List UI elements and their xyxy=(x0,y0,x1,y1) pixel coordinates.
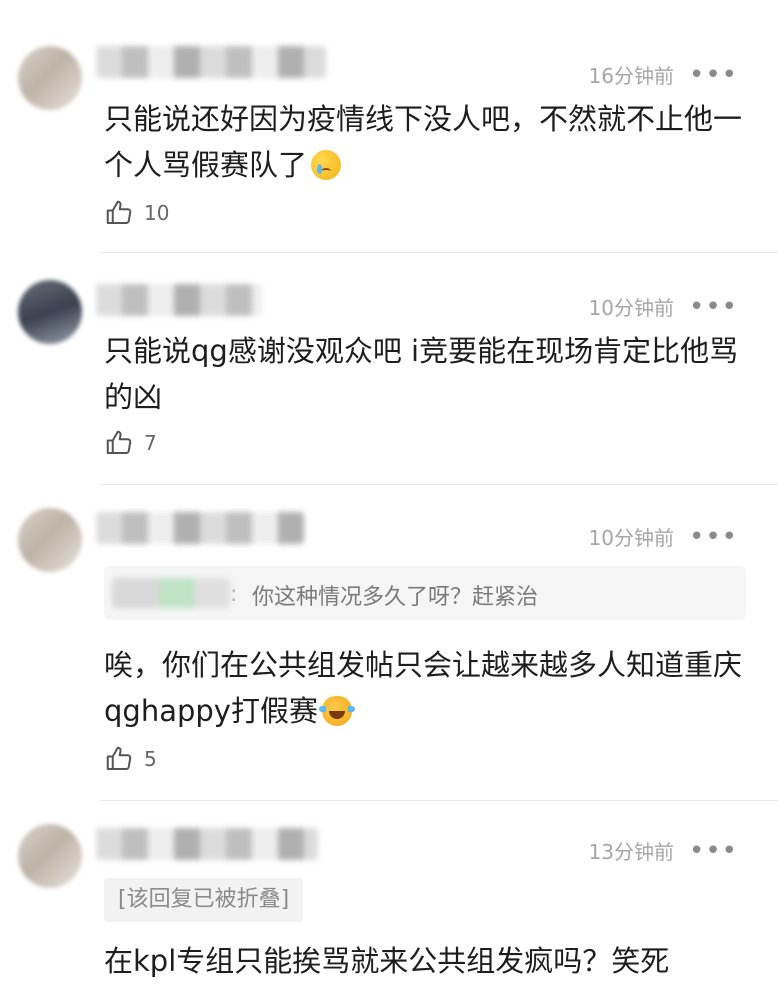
more-options-icon[interactable]: ••• xyxy=(689,524,738,550)
comment-time: 10分钟前 xyxy=(588,296,674,320)
like-count: 10 xyxy=(144,201,170,225)
like-button[interactable]: 10 xyxy=(104,198,169,228)
comment-time: 16分钟前 xyxy=(588,64,674,88)
quoted-username-blurred xyxy=(112,578,230,608)
comment-text: 唉，你们在公共组发帖只会让越来越多人知道重庆qghappy打假赛 xyxy=(104,642,744,734)
thumbs-up-icon xyxy=(106,746,132,770)
comment-text: 只能说还好因为疫情线下没人吧，不然就不止他一个人骂假赛队了 xyxy=(104,96,744,188)
comment-time: 13分钟前 xyxy=(588,840,674,864)
divider xyxy=(100,800,778,801)
comment-time: 10分钟前 xyxy=(588,526,674,550)
crying-face-icon xyxy=(311,150,342,180)
divider xyxy=(100,484,778,485)
thumbs-up-icon xyxy=(106,430,132,454)
comment-body: 只能说还好因为疫情线下没人吧，不然就不止他一个人骂假赛队了 xyxy=(104,102,743,182)
avatar[interactable] xyxy=(18,824,82,888)
username-blurred[interactable] xyxy=(96,284,262,316)
thumbs-up-icon xyxy=(106,200,132,224)
quoted-reply[interactable]: : 你这种情况多久了呀？赶紧治 xyxy=(104,566,746,620)
like-count: 5 xyxy=(144,747,157,771)
more-options-icon[interactable]: ••• xyxy=(689,62,738,88)
comment-text: 在kpl专组只能挨骂就来公共组发疯吗？笑死 xyxy=(104,944,670,978)
tears-of-joy-cat-icon xyxy=(318,696,355,726)
quote-separator: : xyxy=(230,582,238,607)
username-blurred[interactable] xyxy=(96,828,318,860)
divider xyxy=(100,252,778,253)
avatar[interactable] xyxy=(18,508,82,572)
comment-body: 唉，你们在公共组发帖只会让越来越多人知道重庆qghappy打假赛 xyxy=(104,648,743,728)
folded-reply-notice[interactable]: [该回复已被折叠] xyxy=(104,878,304,922)
avatar[interactable] xyxy=(18,280,82,344)
username-blurred[interactable] xyxy=(96,46,326,78)
username-blurred[interactable] xyxy=(96,512,304,544)
comment-text: 只能说qg感谢没观众吧 i竞要能在现场肯定比他骂的凶 xyxy=(104,334,739,414)
more-options-icon[interactable]: ••• xyxy=(689,294,738,320)
avatar[interactable] xyxy=(18,46,82,110)
quoted-text: 你这种情况多久了呀？赶紧治 xyxy=(252,585,539,610)
like-count: 7 xyxy=(144,431,157,455)
like-button[interactable]: 7 xyxy=(104,428,157,458)
like-button[interactable]: 5 xyxy=(104,744,157,774)
more-options-icon[interactable]: ••• xyxy=(689,838,738,864)
